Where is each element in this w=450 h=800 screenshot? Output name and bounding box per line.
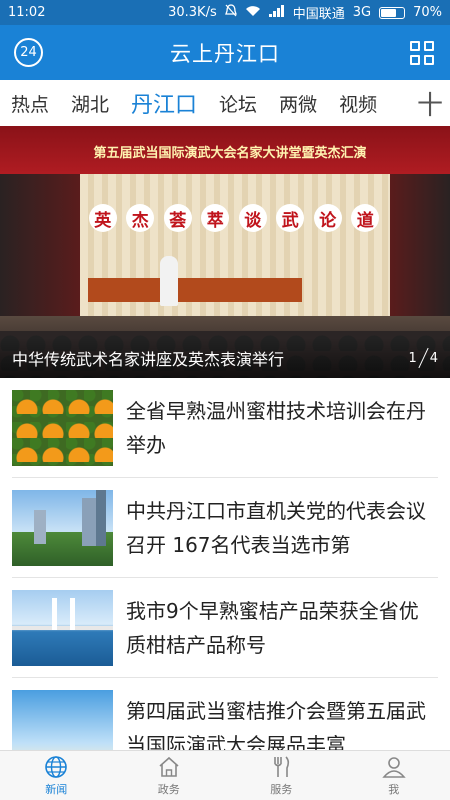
battery-percent: 70%: [413, 5, 442, 20]
network-speed: 30.3K/s: [168, 5, 217, 20]
24-hour-news-icon[interactable]: 24: [14, 38, 43, 67]
stage-backdrop: [80, 174, 390, 326]
news-list: 全省早熟温州蜜柑技术培训会在丹举办 中共丹江口市直机关党的代表会议召开 167名…: [0, 378, 450, 750]
app-header: 24 云上丹江口: [0, 25, 450, 80]
nav-me[interactable]: 我: [338, 751, 450, 800]
nav-government[interactable]: 政务: [113, 751, 226, 800]
news-item[interactable]: 第四届武当蜜桔推介会暨第五届武当国际演武大会展品丰富: [12, 678, 438, 750]
stage-curtain-left: [0, 174, 80, 334]
tab-video[interactable]: 视频: [328, 90, 388, 117]
status-time: 11:02: [8, 5, 46, 20]
news-title: 中共丹江口市直机关党的代表会议召开 167名代表当选市第: [126, 498, 426, 557]
slogan-char: 武: [276, 204, 305, 232]
nav-label: 我: [388, 782, 400, 796]
slogan-char: 杰: [126, 204, 155, 232]
hero-caption-bar: 中华传统武术名家讲座及英杰表演举行 1 4: [0, 338, 450, 378]
signal-icon: [268, 4, 285, 21]
bottom-nav: 新闻 政务 服务 我: [0, 750, 450, 800]
stage-slogan: 英 杰 荟 萃 谈 武 论 道: [84, 204, 384, 234]
nav-label: 政务: [157, 782, 180, 796]
slogan-char: 谈: [238, 204, 267, 232]
globe-icon: [45, 755, 68, 778]
news-item[interactable]: 中共丹江口市直机关党的代表会议召开 167名代表当选市第: [12, 478, 438, 578]
tab-weibo-weixin[interactable]: 两微: [268, 90, 328, 117]
cutlery-icon: [274, 755, 290, 777]
grid-menu-icon[interactable]: [410, 41, 434, 65]
slogan-char: 论: [313, 204, 342, 232]
home-icon: [159, 756, 179, 777]
stage-banner-text: 第五届武当国际演武大会名家大讲堂暨英杰汇演: [93, 146, 367, 161]
tab-hubei[interactable]: 湖北: [60, 90, 120, 117]
news-thumbnail-city: [12, 489, 113, 566]
slogan-char: 英: [88, 204, 117, 232]
news-title: 全省早熟温州蜜柑技术培训会在丹举办: [126, 398, 426, 457]
nav-service[interactable]: 服务: [225, 751, 338, 800]
nav-label: 服务: [270, 782, 293, 796]
slogan-char: 道: [351, 204, 380, 232]
battery-icon: [379, 6, 406, 19]
mute-icon: [224, 4, 237, 21]
tab-danjiangkou[interactable]: 丹江口: [120, 87, 208, 119]
tab-hot[interactable]: 热点: [0, 90, 60, 117]
news-title: 我市9个早熟蜜桔产品荣获全省优质柑桔产品称号: [126, 598, 419, 657]
news-item[interactable]: 全省早熟温州蜜柑技术培训会在丹举办: [12, 378, 438, 478]
news-title: 第四届武当蜜桔推介会暨第五届武当国际演武大会展品丰富: [126, 698, 426, 751]
stage-curtain-right: [390, 174, 450, 334]
wifi-icon: [245, 5, 261, 21]
pager-current: 1: [408, 350, 417, 366]
network-type: 3G: [352, 5, 372, 20]
page-title: 云上丹江口: [170, 41, 280, 66]
news-thumbnail-bridge: [12, 589, 113, 666]
hero-carousel[interactable]: 第五届武当国际演武大会名家大讲堂暨英杰汇演 英 杰 荟 萃 谈 武 论 道 中华…: [0, 126, 450, 378]
news-item[interactable]: 我市9个早熟蜜桔产品荣获全省优质柑桔产品称号: [12, 578, 438, 678]
add-channel-button[interactable]: 十: [410, 80, 450, 126]
slogan-char: 荟: [163, 204, 192, 232]
news-thumbnail-oranges: [12, 389, 113, 466]
nav-news[interactable]: 新闻: [0, 751, 113, 800]
stage-table: [88, 278, 302, 302]
news-thumbnail-sky: [12, 689, 113, 750]
nav-label: 新闻: [45, 782, 68, 796]
status-bar: 11:02 30.3K/s 中国联通 3G 70%: [0, 0, 450, 25]
pager-divider: [418, 347, 429, 369]
performer-figure: [160, 256, 178, 306]
tab-forum[interactable]: 论坛: [208, 90, 268, 117]
hero-caption: 中华传统武术名家讲座及英杰表演举行: [12, 350, 285, 369]
slogan-char: 萃: [201, 204, 230, 232]
user-icon: [382, 756, 406, 778]
carrier-name: 中国联通: [292, 7, 345, 22]
pager-total: 4: [429, 350, 438, 366]
carousel-pager: 1 4: [408, 347, 438, 369]
channel-tabs: 热点 湖北 丹江口 论坛 两微 视频 十: [0, 80, 450, 126]
